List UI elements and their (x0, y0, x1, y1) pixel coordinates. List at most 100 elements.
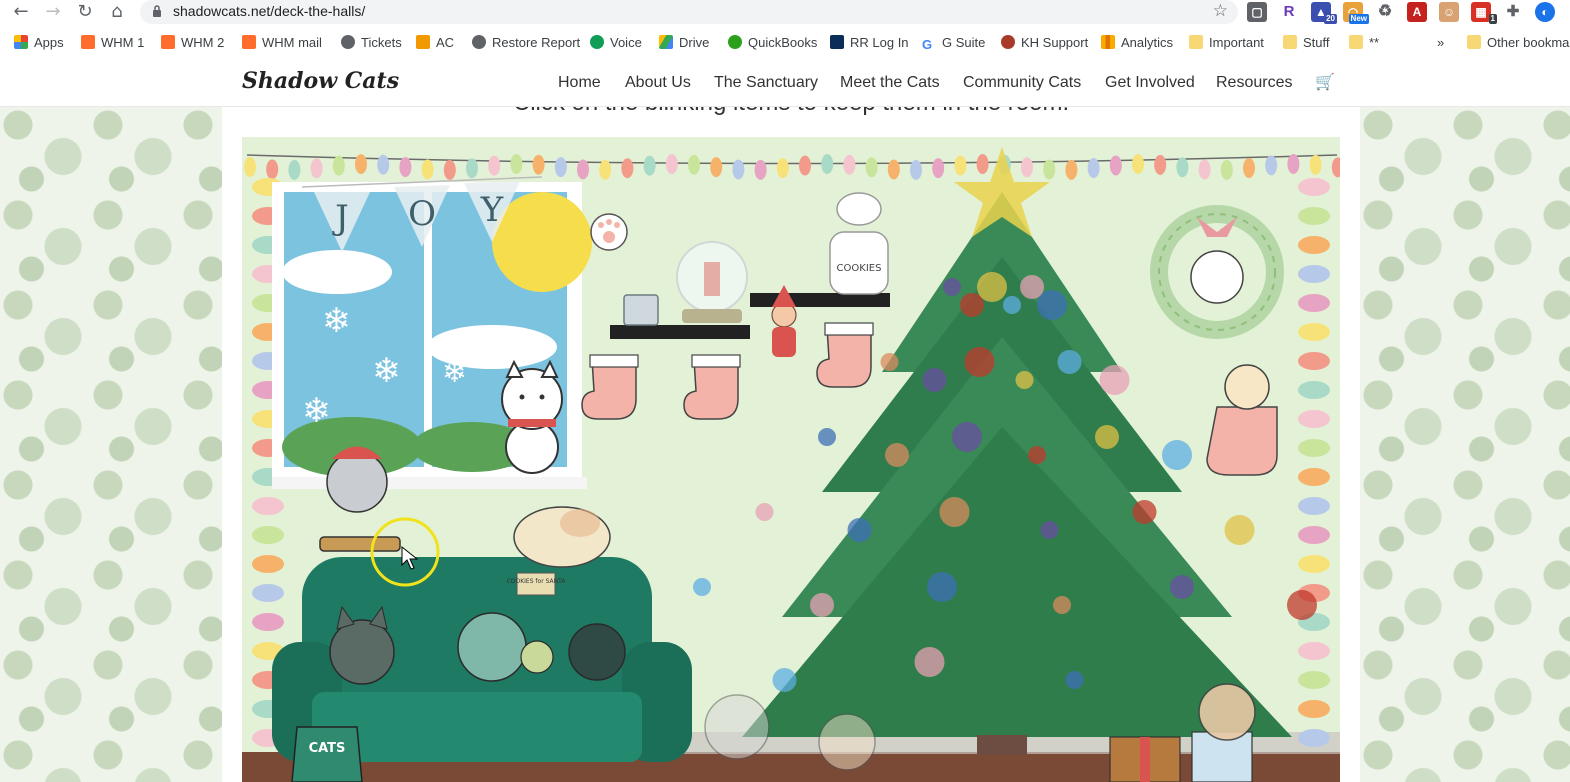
gift-cat[interactable] (1198, 683, 1256, 741)
bookmark-whm1[interactable]: WHM 1 (81, 32, 144, 54)
bookmark-quickbooks[interactable]: QuickBooks (728, 32, 817, 54)
snow-globe[interactable] (676, 241, 748, 323)
recycle-icon[interactable]: ♻ (1375, 2, 1395, 22)
wreath-cat[interactable] (1150, 205, 1284, 339)
nav-meet-the-cats[interactable]: Meet the Cats (840, 74, 940, 92)
ornament[interactable] (922, 368, 947, 392)
banner-letter[interactable]: O (408, 194, 436, 234)
ornament[interactable] (1224, 515, 1255, 545)
ornament[interactable] (1065, 671, 1084, 689)
address-bar[interactable]: shadowcats.net/deck-the-halls/ ☆ (140, 0, 1238, 24)
cat-in-stocking[interactable] (1206, 364, 1278, 476)
cat-food-bag[interactable]: CATS (291, 726, 363, 782)
paw-print-icon[interactable] (590, 213, 628, 251)
stocking[interactable] (581, 354, 639, 420)
banner-letter[interactable]: J (332, 198, 349, 238)
ornament[interactable] (1099, 365, 1130, 395)
ornament[interactable] (977, 272, 1007, 302)
ornament[interactable] (1003, 296, 1021, 314)
nav-get-involved[interactable]: Get Involved (1105, 74, 1195, 92)
nav-home[interactable]: Home (558, 74, 601, 92)
banner-letter[interactable]: Y (480, 190, 504, 230)
cat-on-sofa[interactable] (568, 623, 626, 681)
puzzle-icon[interactable]: ✚ (1503, 2, 1523, 22)
ornament[interactable] (952, 422, 982, 452)
ornament[interactable] (1132, 500, 1157, 524)
bookmark-kh-support[interactable]: KH Support (1001, 32, 1088, 54)
present[interactable] (1109, 736, 1181, 782)
ornament[interactable] (755, 503, 774, 521)
bookmarks-overflow[interactable]: » (1437, 32, 1444, 54)
ornament[interactable] (880, 353, 899, 371)
extension-icon-calendar[interactable]: ▦ 1 (1471, 2, 1497, 24)
ornament[interactable] (1020, 275, 1044, 299)
bookmark-whm-mail[interactable]: WHM mail (242, 32, 322, 54)
bookmark-folder-important[interactable]: Important (1189, 32, 1264, 54)
cookie-jar[interactable]: COOKIES (829, 192, 889, 295)
forward-icon[interactable]: → (42, 1, 64, 23)
bookmark-folder-stuff[interactable]: Stuff (1283, 32, 1330, 54)
sleeping-cat[interactable] (513, 506, 611, 568)
ornament[interactable] (847, 518, 872, 542)
extension-icon-r[interactable]: R (1279, 2, 1299, 22)
other-bookmarks[interactable]: Other bookma (1467, 32, 1569, 54)
bookmark-gsuite[interactable]: GG Suite (922, 32, 985, 54)
nav-about-us[interactable]: About Us (625, 74, 691, 92)
ornament[interactable] (939, 497, 970, 527)
site-logo[interactable]: Shadow Cats (242, 68, 399, 94)
shopping-cart-icon[interactable]: 🛒 (1315, 72, 1335, 91)
ornament[interactable] (927, 572, 957, 602)
reload-icon[interactable]: ↻ (74, 1, 96, 23)
yarn-ball-icon[interactable] (520, 640, 554, 674)
ornament[interactable] (772, 668, 797, 692)
bookmark-voice[interactable]: Voice (590, 32, 642, 54)
back-icon[interactable]: ← (10, 1, 32, 23)
bookmark-tickets[interactable]: Tickets (341, 32, 402, 54)
ornament[interactable] (810, 593, 834, 617)
bookmark-apps[interactable]: Apps (14, 32, 64, 54)
bookmark-ac[interactable]: AC (416, 32, 454, 54)
extension-icon-1[interactable]: ▢ (1247, 2, 1267, 22)
bookmark-folder-stars[interactable]: ** (1349, 32, 1379, 54)
ornament[interactable] (1028, 446, 1046, 464)
profile-avatar[interactable]: ◐ (1535, 2, 1555, 22)
ornament[interactable] (1015, 371, 1034, 389)
bookmark-drive[interactable]: Drive (659, 32, 709, 54)
stocking[interactable] (816, 322, 874, 388)
ornament[interactable] (914, 647, 945, 677)
ornament[interactable] (960, 293, 984, 317)
nav-the-sanctuary[interactable]: The Sanctuary (714, 74, 818, 92)
stocking[interactable] (683, 354, 741, 420)
bookmark-rr-login[interactable]: RR Log In (830, 32, 909, 54)
ornament[interactable] (1170, 575, 1194, 599)
light-bulb (1065, 159, 1078, 180)
ornament[interactable] (1095, 425, 1119, 449)
bookmark-star-icon[interactable]: ☆ (1213, 1, 1228, 21)
ornament[interactable] (1040, 521, 1059, 539)
bookmark-analytics[interactable]: Analytics (1101, 32, 1173, 54)
ornament[interactable] (1162, 440, 1192, 470)
nav-resources[interactable]: Resources (1216, 74, 1292, 92)
ornament[interactable] (943, 278, 961, 296)
pdf-icon[interactable]: A (1407, 2, 1427, 22)
ornament[interactable] (1037, 290, 1067, 320)
ornament[interactable] (885, 443, 909, 467)
bookmark-restore-report[interactable]: Restore Report (472, 32, 580, 54)
extension-icon-rainbow[interactable]: ◠ New (1343, 2, 1369, 24)
extension-icon-face[interactable]: ☺ (1439, 2, 1459, 22)
ornament[interactable] (693, 578, 711, 596)
extension-icon-cap[interactable]: ▲ 20 (1311, 2, 1337, 24)
ornament[interactable] (964, 347, 995, 377)
faded-cat[interactable] (818, 713, 876, 771)
ornament[interactable] (1287, 590, 1317, 620)
nav-community-cats[interactable]: Community Cats (963, 74, 1081, 92)
cat-food-can[interactable] (623, 294, 659, 326)
bookmark-whm2[interactable]: WHM 2 (161, 32, 224, 54)
faded-cat[interactable] (704, 694, 770, 760)
ornament[interactable] (1057, 350, 1082, 374)
snowman-cat[interactable] (501, 359, 563, 474)
svg-text:COOKIES for SANTA: COOKIES for SANTA (507, 578, 567, 585)
ornament[interactable] (1053, 596, 1071, 614)
home-icon[interactable]: ⌂ (106, 1, 128, 23)
ornament[interactable] (818, 428, 836, 446)
